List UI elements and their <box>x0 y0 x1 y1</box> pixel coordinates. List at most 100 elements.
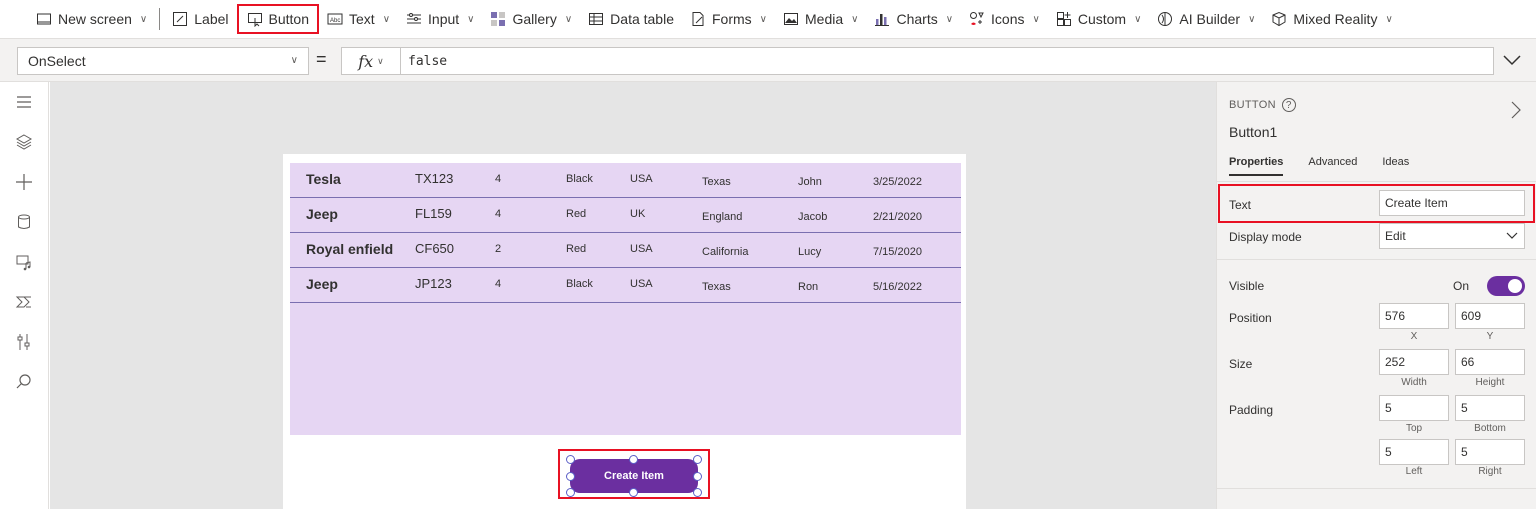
text-button[interactable]: Abc Text ∨ <box>319 4 398 34</box>
position-x-input[interactable]: 576 <box>1379 303 1449 329</box>
bottom-caption: Bottom <box>1474 423 1506 434</box>
chevron-down-icon: ∨ <box>759 13 767 25</box>
help-icon[interactable]: ? <box>1281 98 1296 112</box>
car-gallery[interactable]: Tesla TX123 4 Black USA Texas John 3/25/… <box>290 163 961 435</box>
display-mode-dropdown[interactable]: Edit <box>1379 223 1525 249</box>
tab-properties[interactable]: Properties <box>1229 156 1284 176</box>
position-y-input[interactable]: 609 <box>1455 303 1525 329</box>
function-button[interactable]: fx ∨ <box>341 47 401 75</box>
state-label: England <box>702 211 743 223</box>
design-canvas[interactable]: Tesla TX123 4 Black USA Texas John 3/25/… <box>50 82 1216 509</box>
padding-right-input[interactable]: 5 <box>1455 439 1525 465</box>
chevron-down-icon: ∨ <box>139 13 148 25</box>
owner-label: Lucy <box>798 246 822 258</box>
ai-builder-icon <box>1157 11 1173 27</box>
gallery-row[interactable]: Jeep JP123 4 Black USA Texas Ron 5/16/20… <box>290 268 961 303</box>
chevron-down-icon: ∨ <box>945 13 954 25</box>
padding-left-input[interactable]: 5 <box>1379 439 1449 465</box>
mixed-reality-button[interactable]: Mixed Reality ∨ <box>1263 4 1400 34</box>
ribbon-divider <box>159 8 161 30</box>
gallery-button[interactable]: Gallery ∨ <box>482 4 580 34</box>
media-icon[interactable] <box>14 252 34 272</box>
data-table-icon <box>588 11 604 27</box>
text-property-input[interactable]: Create Item <box>1379 190 1525 216</box>
padding-label: Padding <box>1229 403 1274 417</box>
resize-handle[interactable] <box>693 455 702 464</box>
resize-handle[interactable] <box>629 455 638 464</box>
owner-label: John <box>798 176 822 188</box>
resize-handle[interactable] <box>693 472 702 481</box>
seats-label: 2 <box>495 243 502 255</box>
make-label: Jeep <box>306 206 338 222</box>
resize-handle[interactable] <box>566 488 575 497</box>
expand-formula-chevron-icon[interactable] <box>1502 51 1522 69</box>
tab-advanced[interactable]: Advanced <box>1308 156 1357 176</box>
tab-ideas[interactable]: Ideas <box>1382 156 1409 176</box>
resize-handle[interactable] <box>566 455 575 464</box>
model-label: FL159 <box>415 206 452 221</box>
new-screen-icon <box>36 11 52 27</box>
advanced-tools-icon[interactable] <box>14 332 34 352</box>
formula-input[interactable]: false <box>401 47 1494 75</box>
button-icon <box>247 11 263 27</box>
resize-handle[interactable] <box>566 472 575 481</box>
app-screen[interactable]: Tesla TX123 4 Black USA Texas John 3/25/… <box>283 154 966 509</box>
gallery-row[interactable]: Royal enfield CF650 2 Red USA California… <box>290 233 961 268</box>
forms-icon <box>690 11 706 27</box>
icons-button[interactable]: Icons ∨ <box>961 4 1048 34</box>
owner-label: Jacob <box>798 211 828 223</box>
width-input[interactable]: 252 <box>1379 349 1449 375</box>
resize-handle[interactable] <box>693 488 702 497</box>
text-icon: Abc <box>327 11 343 27</box>
control-name[interactable]: Button1 <box>1229 124 1277 140</box>
power-automate-icon[interactable] <box>14 292 34 312</box>
padding-bottom-input[interactable]: 5 <box>1455 395 1525 421</box>
left-caption: Left <box>1405 466 1423 477</box>
label-icon <box>172 11 188 27</box>
chevron-down-icon: ∨ <box>1032 13 1040 25</box>
chevron-down-icon: ∨ <box>382 13 391 25</box>
equals-sign: = <box>316 49 327 69</box>
chevron-down-icon: ∨ <box>1385 13 1393 25</box>
media-button[interactable]: Media ∨ <box>775 4 866 34</box>
date-label: 2/21/2020 <box>873 211 922 223</box>
property-dropdown[interactable]: OnSelect ∨ <box>17 47 309 75</box>
search-icon[interactable] <box>14 372 34 392</box>
data-table-button[interactable]: Data table <box>580 4 682 34</box>
chevron-down-icon: ∨ <box>467 13 475 25</box>
gallery-row[interactable]: Tesla TX123 4 Black USA Texas John 3/25/… <box>290 163 961 198</box>
display-mode-label: Display mode <box>1229 230 1302 244</box>
tree-view-layers-icon[interactable] <box>14 132 34 152</box>
resize-handle[interactable] <box>629 488 638 497</box>
visible-label: Visible <box>1229 279 1265 293</box>
divider <box>1217 181 1536 182</box>
height-input[interactable]: 66 <box>1455 349 1525 375</box>
svg-text:Abc: Abc <box>330 18 340 24</box>
date-label: 7/15/2020 <box>873 246 922 258</box>
charts-icon <box>874 11 890 27</box>
seats-label: 4 <box>495 208 502 220</box>
forms-button[interactable]: Forms ∨ <box>682 4 775 34</box>
gallery-row[interactable]: Jeep FL159 4 Red UK England Jacob 2/21/2… <box>290 198 961 233</box>
color-label: Red <box>566 243 587 255</box>
input-button[interactable]: Input ∨ <box>398 4 482 34</box>
position-label: Position <box>1229 311 1272 325</box>
top-caption: Top <box>1405 423 1423 434</box>
hamburger-menu-icon[interactable] <box>14 92 34 112</box>
data-cylinder-icon[interactable] <box>14 212 34 232</box>
custom-button[interactable]: Custom ∨ <box>1048 4 1150 34</box>
new-screen-button[interactable]: New screen ∨ <box>28 4 155 34</box>
date-label: 5/16/2022 <box>873 281 922 293</box>
ai-builder-button[interactable]: AI Builder ∨ <box>1149 4 1263 34</box>
button-button[interactable]: Button <box>236 4 319 34</box>
label-button[interactable]: Label <box>164 4 236 34</box>
make-label: Tesla <box>306 171 341 187</box>
padding-top-input[interactable]: 5 <box>1379 395 1449 421</box>
charts-button[interactable]: Charts ∨ <box>866 4 961 34</box>
collapse-pane-chevron-icon[interactable] <box>1510 100 1522 120</box>
color-label: Black <box>566 278 593 290</box>
visible-toggle[interactable] <box>1487 276 1525 296</box>
media-icon <box>783 11 799 27</box>
country-label: USA <box>630 278 653 290</box>
insert-plus-icon[interactable] <box>14 172 34 192</box>
